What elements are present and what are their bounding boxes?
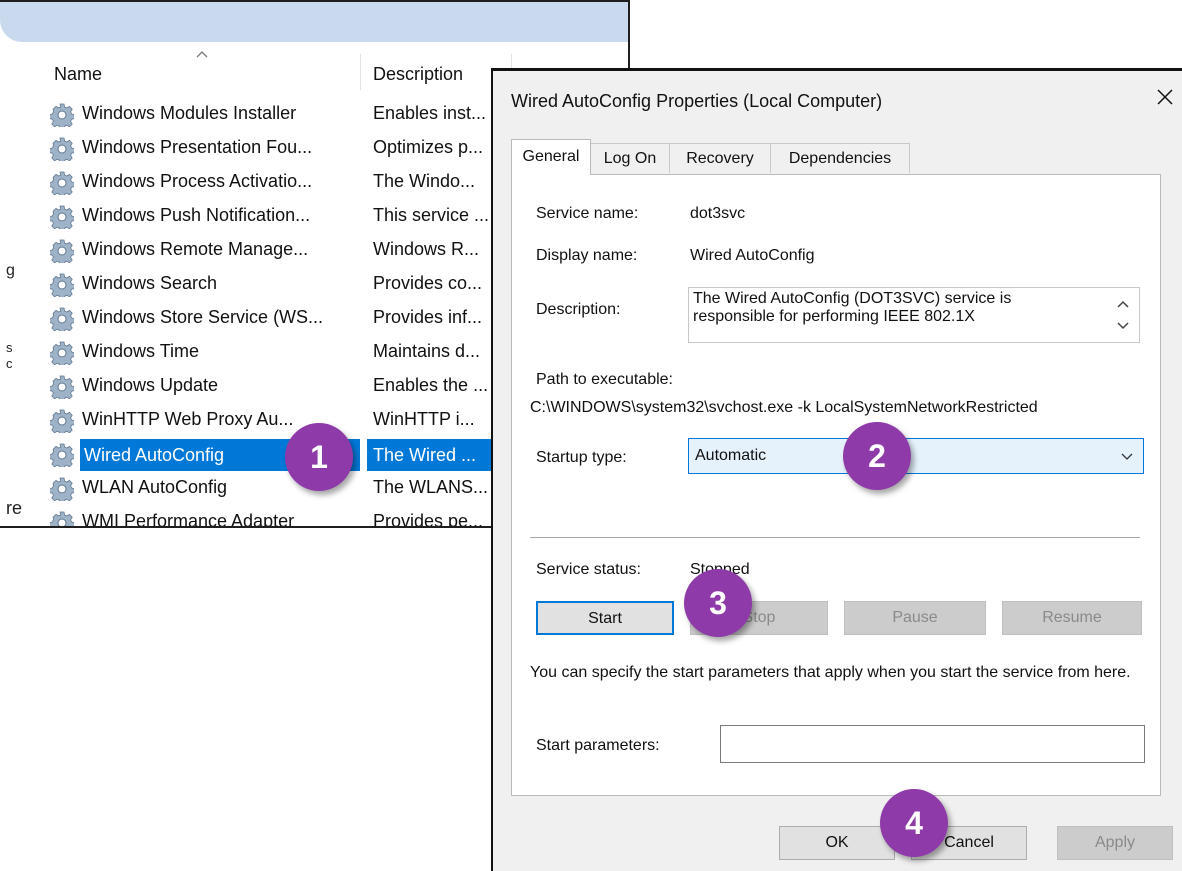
column-divider[interactable]	[360, 54, 361, 90]
window-header-band	[0, 2, 628, 42]
service-description-cell: The WLANS...	[373, 477, 489, 497]
tab-recovery[interactable]: Recovery	[669, 143, 771, 173]
service-description-cell: Maintains d...	[373, 341, 481, 361]
column-header-name[interactable]: Name	[54, 64, 102, 85]
service-name-cell: Windows Time	[82, 341, 200, 361]
service-name-value: dot3svc	[690, 205, 746, 222]
startup-type-dropdown[interactable]: Automatic	[688, 438, 1144, 474]
service-gear-icon	[49, 375, 75, 402]
ok-button[interactable]: OK	[779, 826, 895, 860]
service-description-cell: Provides pe...	[373, 511, 484, 528]
service-description-cell: WinHTTP i...	[373, 409, 475, 429]
service-name-cell: Windows Push Notification...	[82, 205, 311, 225]
service-name-cell: Windows Remote Manage...	[82, 239, 309, 259]
edge-text-fragment: c	[6, 356, 13, 371]
service-gear-icon	[49, 443, 75, 470]
service-gear-icon	[49, 239, 75, 266]
edge-text-fragment: re	[6, 498, 23, 518]
service-gear-icon	[49, 477, 75, 504]
service-gear-icon	[49, 205, 75, 232]
step-2-callout: 2	[843, 422, 911, 490]
service-name-cell: Windows Modules Installer	[82, 103, 297, 123]
edge-text-fragment: s	[6, 340, 13, 355]
tab-dependencies[interactable]: Dependencies	[770, 143, 910, 173]
service-description-cell: Optimizes p...	[373, 137, 484, 157]
path-value: C:\WINDOWS\system32\svchost.exe -k Local…	[530, 399, 1038, 416]
start-parameters-hint: You can specify the start parameters tha…	[530, 664, 1131, 681]
startup-type-label: Startup type:	[536, 449, 627, 466]
description-label: Description:	[536, 301, 621, 318]
step-3-callout: 3	[684, 569, 752, 637]
service-properties-dialog: Wired AutoConfig Properties (Local Compu…	[491, 68, 1182, 871]
service-gear-icon	[49, 307, 75, 334]
sort-ascending-icon	[196, 51, 208, 58]
service-description-cell: This service ...	[373, 205, 490, 225]
service-name-cell: Windows Store Service (WS...	[82, 307, 324, 327]
service-description-cell: Enables the ...	[373, 375, 489, 395]
service-description-cell: Enables inst...	[373, 103, 487, 123]
startup-type-value: Automatic	[695, 447, 767, 464]
service-gear-icon	[49, 273, 75, 300]
path-label: Path to executable:	[536, 371, 673, 388]
step-1-callout: 1	[285, 423, 353, 491]
service-description-cell: The Windo...	[373, 171, 476, 191]
service-description-cell: Provides inf...	[373, 307, 483, 327]
service-gear-icon	[49, 511, 75, 526]
apply-button[interactable]: Apply	[1057, 826, 1173, 860]
pause-button[interactable]: Pause	[844, 601, 986, 635]
service-gear-icon	[49, 103, 75, 130]
service-name-cell: Windows Search	[82, 273, 218, 293]
service-name-cell: WLAN AutoConfig	[82, 477, 228, 497]
scroll-up-icon[interactable]	[1117, 300, 1129, 308]
service-description-cell: Provides co...	[373, 273, 483, 293]
service-gear-icon	[49, 341, 75, 368]
description-text: The Wired AutoConfig (DOT3SVC) service i…	[693, 290, 1012, 325]
service-name-cell: Windows Update	[82, 375, 219, 395]
display-name-label: Display name:	[536, 247, 638, 264]
description-textbox[interactable]: The Wired AutoConfig (DOT3SVC) service i…	[688, 287, 1140, 343]
column-header-description[interactable]: Description	[373, 64, 463, 85]
start-button[interactable]: Start	[536, 601, 674, 635]
service-name-cell: WMI Performance Adapter	[82, 511, 295, 528]
resume-button[interactable]: Resume	[1002, 601, 1142, 635]
service-status-label: Service status:	[536, 561, 641, 578]
scroll-down-icon[interactable]	[1117, 322, 1129, 330]
step-4-callout: 4	[880, 789, 948, 857]
service-gear-icon	[49, 137, 75, 164]
tab-general[interactable]: General	[511, 139, 591, 175]
dialog-title: Wired AutoConfig Properties (Local Compu…	[511, 91, 883, 111]
service-description-cell: Windows R...	[373, 239, 480, 259]
chevron-down-icon	[1121, 453, 1133, 460]
service-name-cell: Windows Presentation Fou...	[82, 137, 313, 157]
service-gear-icon	[49, 171, 75, 198]
edge-text-fragment: g	[6, 262, 15, 279]
display-name-value: Wired AutoConfig	[690, 247, 815, 264]
service-name-cell: WinHTTP Web Proxy Au...	[82, 409, 294, 429]
service-gear-icon	[49, 409, 75, 436]
general-tab-panel: Service name: dot3svc Display name: Wire…	[511, 174, 1161, 796]
start-parameters-input[interactable]	[720, 725, 1145, 763]
section-divider	[530, 537, 1140, 538]
service-name-cell: Windows Process Activatio...	[82, 171, 313, 191]
close-icon[interactable]	[1153, 85, 1177, 109]
service-name-label: Service name:	[536, 205, 639, 222]
tab-log-on[interactable]: Log On	[590, 143, 670, 173]
start-parameters-label: Start parameters:	[536, 737, 660, 754]
